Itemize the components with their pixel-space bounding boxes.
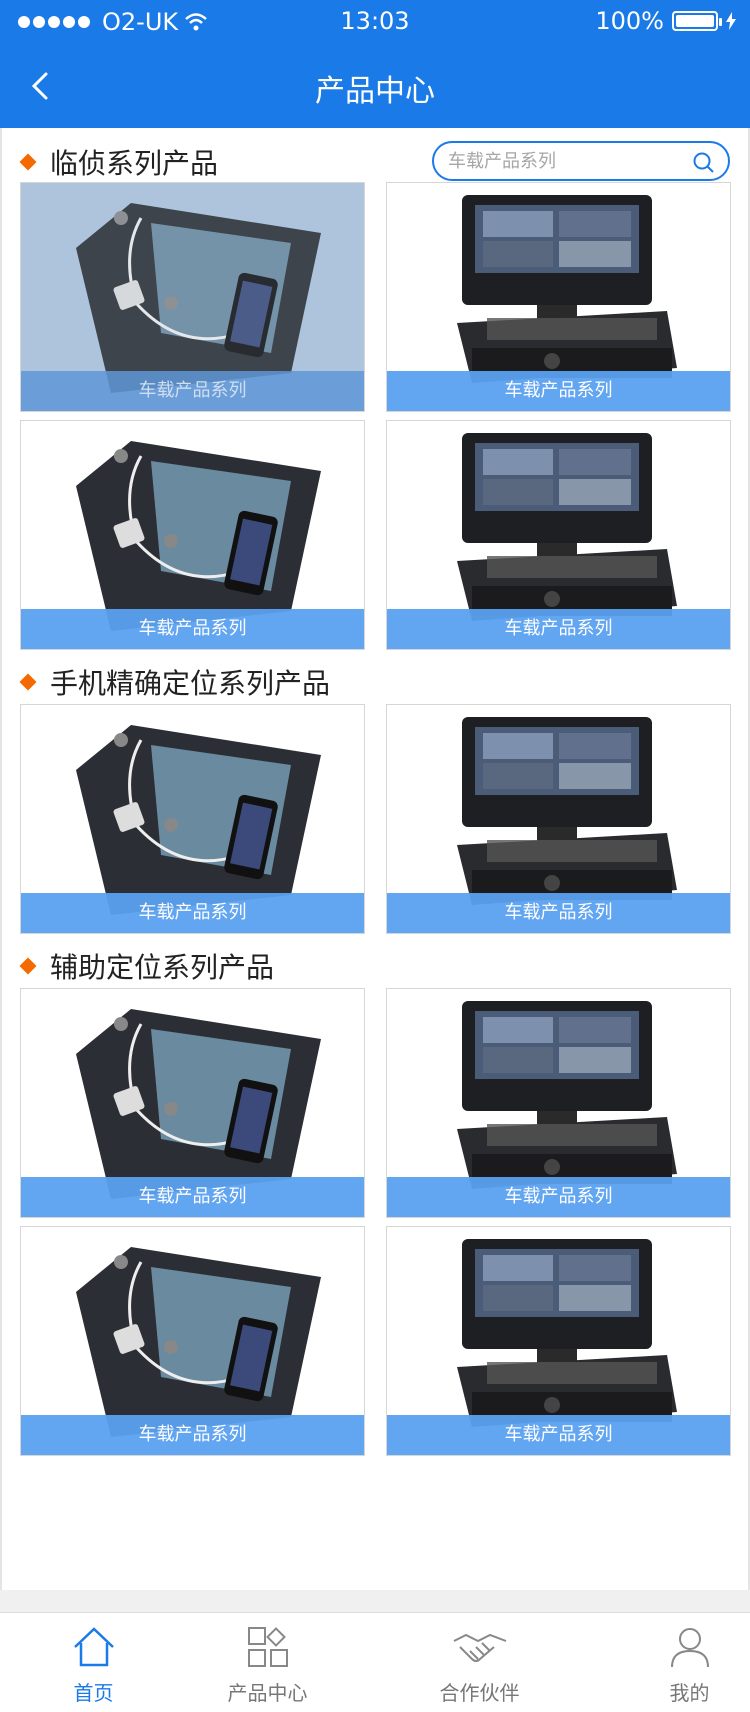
home-icon <box>73 1627 114 1667</box>
product-list: 临侦系列产品 车载产品系列 车载产品系列 车载产品系列 车载产品系列 手机精确定… <box>0 128 750 1590</box>
product-label: 车载产品系列 <box>387 1177 730 1217</box>
tab-label: 首页 <box>73 1681 114 1705</box>
tab-home[interactable]: 首页 <box>0 1613 187 1712</box>
search-box[interactable] <box>432 141 730 181</box>
battery-icon <box>672 11 722 31</box>
product-card[interactable]: 车载产品系列 <box>20 988 365 1218</box>
tabbar-divider <box>0 1590 750 1612</box>
section-bullet-icon <box>19 957 37 975</box>
product-card[interactable]: 车载产品系列 <box>386 182 731 412</box>
grid-icon <box>247 1627 288 1667</box>
tab-mine[interactable]: 我的 <box>596 1613 750 1712</box>
product-label: 车载产品系列 <box>21 371 364 411</box>
tab-label: 我的 <box>669 1681 710 1705</box>
product-label: 车载产品系列 <box>387 371 730 411</box>
tab-label: 合作伙伴 <box>439 1681 520 1705</box>
tab-products[interactable]: 产品中心 <box>174 1613 361 1712</box>
charging-icon <box>726 12 736 30</box>
battery-percent: 100% <box>595 7 664 35</box>
product-card[interactable]: 车载产品系列 <box>386 988 731 1218</box>
product-label: 车载产品系列 <box>21 1415 364 1455</box>
product-label: 车载产品系列 <box>387 609 730 649</box>
product-card[interactable]: 车载产品系列 <box>386 704 731 934</box>
bottom-tab-bar: 首页 产品中心 合作伙伴 我的 <box>0 1612 750 1712</box>
product-card[interactable]: 车载产品系列 <box>20 1226 365 1456</box>
product-card[interactable]: 车载产品系列 <box>20 704 365 934</box>
section-bullet-icon <box>19 673 37 691</box>
status-bar: O2-UK 13:03 100% <box>0 0 750 42</box>
page-title: 产品中心 <box>315 74 435 109</box>
section-title: 临侦系列产品 <box>19 142 218 182</box>
search-icon[interactable] <box>692 151 716 175</box>
product-card[interactable]: 车载产品系列 <box>386 1226 731 1456</box>
search-input[interactable] <box>448 150 688 172</box>
product-card[interactable]: 车载产品系列 <box>386 420 731 650</box>
header-bar: O2-UK 13:03 100% 产品中心 <box>0 0 750 128</box>
product-label: 车载产品系列 <box>21 893 364 933</box>
product-card[interactable]: 车载产品系列 <box>20 420 365 650</box>
product-label: 车载产品系列 <box>387 893 730 933</box>
user-icon <box>670 1628 709 1668</box>
product-card[interactable]: 车载产品系列 <box>20 182 365 412</box>
product-label: 车载产品系列 <box>21 609 364 649</box>
product-label: 车载产品系列 <box>21 1177 364 1217</box>
handshake-icon <box>453 1633 506 1662</box>
section-title: 手机精确定位系列产品 <box>19 662 330 702</box>
product-label: 车载产品系列 <box>387 1415 730 1455</box>
tab-label: 产品中心 <box>227 1681 308 1705</box>
section-title: 辅助定位系列产品 <box>19 946 274 986</box>
tab-partners[interactable]: 合作伙伴 <box>386 1613 573 1712</box>
section-bullet-icon <box>19 153 37 171</box>
